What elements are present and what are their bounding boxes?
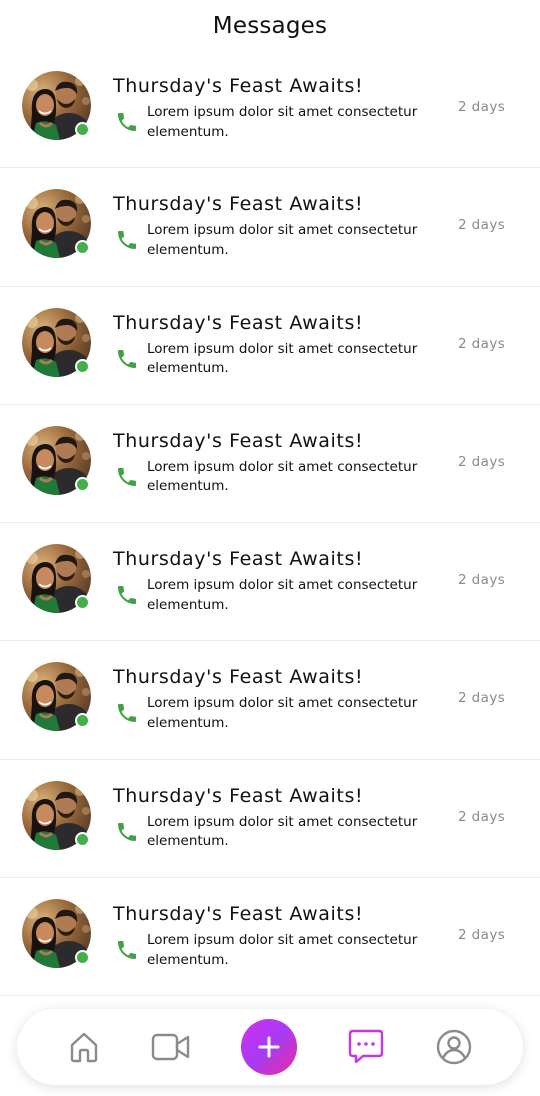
avatar[interactable] (22, 189, 91, 259)
message-title: Thursday's Feast Awaits! (113, 666, 364, 689)
profile-icon (436, 1029, 472, 1065)
avatar[interactable] (22, 780, 91, 850)
add-icon (258, 1036, 280, 1058)
message-row[interactable]: Thursday's Feast Awaits! Lorem ipsum dol… (0, 523, 540, 642)
message-preview: Lorem ipsum dolor sit amet consectetur e… (147, 104, 418, 140)
message-title: Thursday's Feast Awaits! (113, 548, 364, 571)
online-status-dot (75, 476, 90, 492)
video-icon (151, 1033, 190, 1061)
message-row[interactable]: Thursday's Feast Awaits! Lorem ipsum dol… (0, 760, 540, 879)
phone-icon[interactable] (115, 938, 139, 962)
message-preview: Lorem ipsum dolor sit amet consectetur e… (147, 695, 418, 731)
online-status-dot (75, 713, 90, 729)
message-preview: Lorem ipsum dolor sit amet consectetur e… (147, 222, 418, 258)
phone-icon[interactable] (115, 110, 139, 134)
avatar[interactable] (22, 544, 91, 614)
tab-profile[interactable] (434, 1027, 474, 1067)
online-status-dot (75, 358, 90, 374)
phone-icon[interactable] (115, 583, 139, 607)
message-title: Thursday's Feast Awaits! (113, 75, 364, 97)
online-status-dot (75, 122, 90, 137)
online-status-dot (75, 595, 90, 611)
tab-home[interactable] (64, 1027, 104, 1067)
phone-icon[interactable] (115, 820, 139, 844)
online-status-dot (75, 831, 90, 847)
message-title: Thursday's Feast Awaits! (113, 784, 364, 807)
home-icon (70, 1032, 98, 1063)
message-preview: Lorem ipsum dolor sit amet consectetur e… (147, 813, 418, 850)
message-title: Thursday's Feast Awaits! (113, 193, 364, 216)
message-preview: Lorem ipsum dolor sit amet consectetur e… (147, 458, 418, 495)
avatar[interactable] (22, 307, 91, 377)
message-list[interactable]: Thursday's Feast Awaits! Lorem ipsum dol… (0, 50, 540, 997)
message-preview: Lorem ipsum dolor sit amet consectetur e… (147, 340, 418, 377)
online-status-dot (75, 240, 90, 256)
message-time: 2 days (458, 690, 506, 707)
message-time: 2 days (458, 808, 506, 825)
message-time: 2 days (458, 335, 506, 352)
chat-icon (348, 1029, 384, 1064)
message-time: 2 days (458, 453, 506, 470)
bottom-tab-bar (17, 1009, 523, 1085)
tab-chat[interactable] (346, 1027, 386, 1067)
phone-icon[interactable] (115, 228, 139, 252)
message-time: 2 days (458, 572, 506, 589)
message-time: 2 days (458, 927, 506, 944)
avatar[interactable] (22, 899, 91, 969)
phone-icon[interactable] (115, 465, 139, 489)
message-preview: Lorem ipsum dolor sit amet consectetur e… (147, 577, 418, 613)
message-time: 2 days (458, 99, 506, 115)
message-row[interactable]: Thursday's Feast Awaits! Lorem ipsum dol… (0, 405, 540, 524)
avatar[interactable] (22, 71, 91, 140)
message-row[interactable]: Thursday's Feast Awaits! Lorem ipsum dol… (0, 878, 540, 997)
message-title: Thursday's Feast Awaits! (113, 311, 364, 334)
avatar[interactable] (22, 425, 91, 495)
message-row[interactable]: Thursday's Feast Awaits! Lorem ipsum dol… (0, 168, 540, 287)
message-row[interactable]: Thursday's Feast Awaits! Lorem ipsum dol… (0, 641, 540, 760)
message-title: Thursday's Feast Awaits! (113, 429, 364, 452)
tab-video[interactable] (151, 1027, 191, 1067)
online-status-dot (75, 950, 90, 966)
add-button[interactable] (241, 1019, 297, 1075)
message-row[interactable]: Thursday's Feast Awaits! Lorem ipsum dol… (0, 50, 540, 169)
message-title: Thursday's Feast Awaits! (113, 903, 364, 926)
message-preview: Lorem ipsum dolor sit amet consectetur e… (147, 932, 418, 968)
message-time: 2 days (458, 217, 506, 234)
phone-icon[interactable] (115, 347, 139, 371)
page-title: Messages (212, 13, 328, 39)
header: Messages (0, 0, 540, 50)
phone-icon[interactable] (115, 701, 139, 725)
avatar[interactable] (22, 662, 91, 732)
message-row[interactable]: Thursday's Feast Awaits! Lorem ipsum dol… (0, 287, 540, 405)
